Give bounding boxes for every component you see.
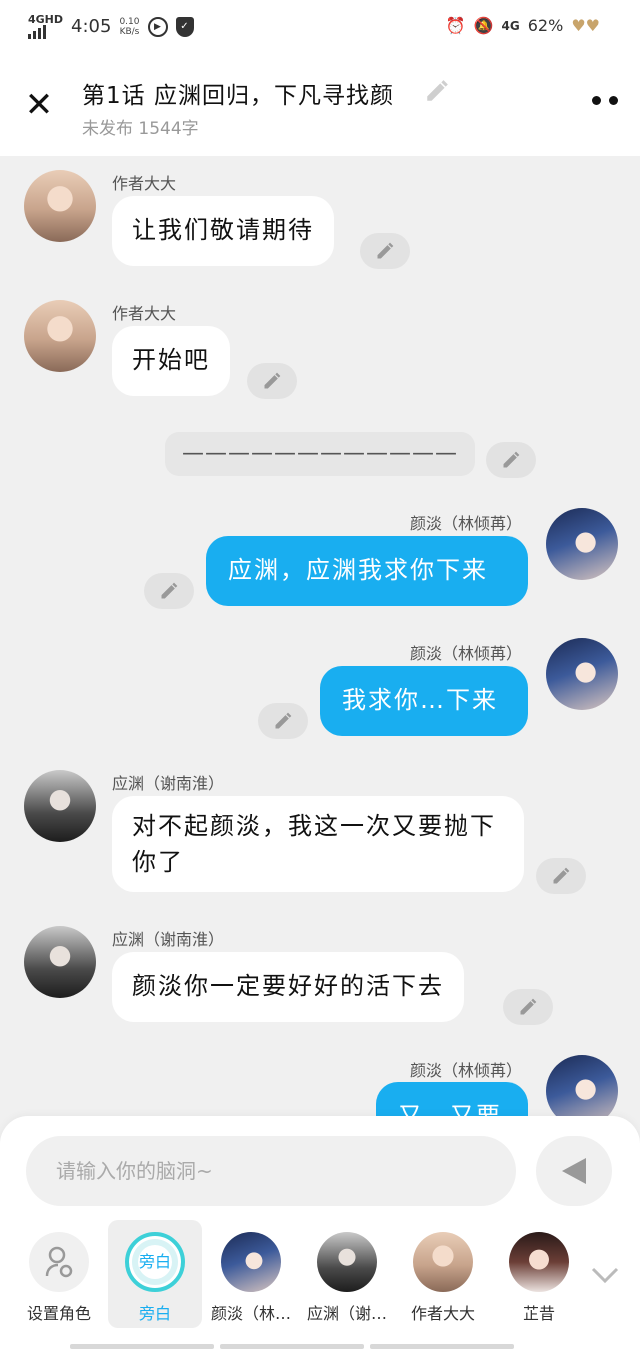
network-type: 4GHD [28, 13, 64, 26]
status-bar-right: ⏰ 🔕 4G 62% ♥♥ [446, 16, 600, 35]
battery-level: 62% [527, 16, 564, 35]
speaker-name: 颜淡（林倾苒） [409, 644, 522, 663]
author-avatar[interactable] [24, 300, 96, 372]
composer-panel: 设置角色 旁白 旁白 颜淡（林… 应渊（谢… 作者大大 芷昔 [0, 1116, 640, 1351]
send-button[interactable] [536, 1136, 612, 1206]
edit-message-button[interactable] [247, 363, 297, 399]
yingyuan-avatar [317, 1232, 377, 1292]
role-selector: 设置角色 旁白 旁白 颜淡（林… 应渊（谢… 作者大大 芷昔 [0, 1220, 640, 1330]
yingyuan-avatar[interactable] [24, 926, 96, 998]
narration-bubble[interactable]: ———————————— [165, 432, 475, 476]
person-settings-icon [29, 1232, 89, 1292]
status-bar: 4GHD 4:05 0.10 KB/s ▶ ✓ ⏰ 🔕 4G 62% ♥♥ [0, 0, 640, 56]
pencil-icon [503, 451, 520, 468]
yandan-avatar[interactable] [546, 508, 618, 580]
play-icon: ▶ [147, 16, 168, 37]
edit-message-button[interactable] [486, 442, 536, 478]
edit-message-button[interactable] [258, 703, 308, 739]
more-icon[interactable] [592, 96, 618, 105]
edit-message-button[interactable] [536, 858, 586, 894]
cellular-type: 4G [501, 18, 520, 33]
signal-icon [28, 25, 63, 39]
message-bubble[interactable]: 让我们敬请期待 [112, 196, 334, 266]
story-input[interactable] [26, 1136, 516, 1206]
role-yandan[interactable]: 颜淡（林… [204, 1220, 298, 1328]
speaker-name: 颜淡（林倾苒） [409, 514, 522, 533]
alarm-icon: ⏰ [445, 16, 466, 35]
yandan-avatar[interactable] [546, 638, 618, 710]
message-bubble[interactable]: 应渊，应渊我求你下来 [206, 536, 528, 606]
message-bubble[interactable]: 我求你…下来 [320, 666, 528, 736]
edit-message-button[interactable] [503, 989, 553, 1025]
speaker-name: 应渊（谢南淮） [112, 930, 225, 949]
shield-icon: ✓ [175, 16, 194, 37]
pencil-icon [553, 867, 570, 884]
chapter-status: 未发布 1544字 [82, 119, 199, 139]
edit-message-button[interactable] [144, 573, 194, 609]
chapter-header: ✕ 第1话 应渊回归，下凡寻找颜 未发布 1544字 [0, 56, 640, 156]
status-bar-left: 4GHD 4:05 0.10 KB/s ▶ ✓ [28, 14, 194, 39]
role-label: 作者大大 [410, 1304, 475, 1323]
narrator-avatar: 旁白 [125, 1232, 185, 1292]
role-narrator[interactable]: 旁白 旁白 [108, 1220, 202, 1328]
role-author[interactable]: 作者大大 [396, 1220, 490, 1328]
edit-title-icon[interactable] [424, 78, 450, 104]
network-indicator: 4GHD [28, 14, 63, 39]
role-zhixi[interactable]: 芷昔 [492, 1220, 586, 1328]
author-avatar[interactable] [24, 170, 96, 242]
role-label: 旁白 [138, 1304, 171, 1323]
chevron-down-icon[interactable] [590, 1266, 620, 1284]
author-avatar [413, 1232, 473, 1292]
message-bubble[interactable]: 对不起颜淡，我这一次又要抛下你了 [112, 796, 524, 892]
net-speed-value: 0.10 [119, 16, 140, 27]
net-speed-unit: KB/s [119, 26, 140, 37]
net-speed: 0.10 KB/s [119, 17, 139, 37]
role-set-character[interactable]: 设置角色 [12, 1220, 106, 1328]
role-label: 设置角色 [26, 1304, 91, 1323]
speaker-name: 作者大大 [112, 174, 177, 193]
send-icon [562, 1158, 586, 1184]
mute-bell-icon: 🔕 [473, 16, 494, 35]
close-icon[interactable]: ✕ [22, 88, 56, 122]
role-scroll-indicator [70, 1344, 514, 1349]
edit-message-button[interactable] [360, 233, 410, 269]
zhixi-avatar [509, 1232, 569, 1292]
clock: 4:05 [71, 16, 112, 37]
pencil-icon [520, 998, 537, 1015]
pencil-icon [275, 712, 292, 729]
pencil-icon [264, 372, 281, 389]
speaker-name: 应渊（谢南淮） [112, 774, 225, 793]
yandan-avatar [221, 1232, 281, 1292]
role-label: 芷昔 [522, 1304, 555, 1323]
role-yingyuan[interactable]: 应渊（谢… [300, 1220, 394, 1328]
yingyuan-avatar[interactable] [24, 770, 96, 842]
battery-icon: ♥♥ [571, 16, 600, 35]
message-bubble[interactable]: 颜淡你一定要好好的活下去 [112, 952, 464, 1022]
role-label: 颜淡（林… [210, 1304, 291, 1323]
role-label: 应渊（谢… [306, 1304, 387, 1323]
speaker-name: 作者大大 [112, 304, 177, 323]
message-bubble[interactable]: 开始吧 [112, 326, 230, 396]
chapter-title[interactable]: 第1话 应渊回归，下凡寻找颜 [82, 76, 394, 110]
pencil-icon [377, 242, 394, 259]
pencil-icon [161, 582, 178, 599]
speaker-name: 颜淡（林倾苒） [409, 1061, 522, 1080]
